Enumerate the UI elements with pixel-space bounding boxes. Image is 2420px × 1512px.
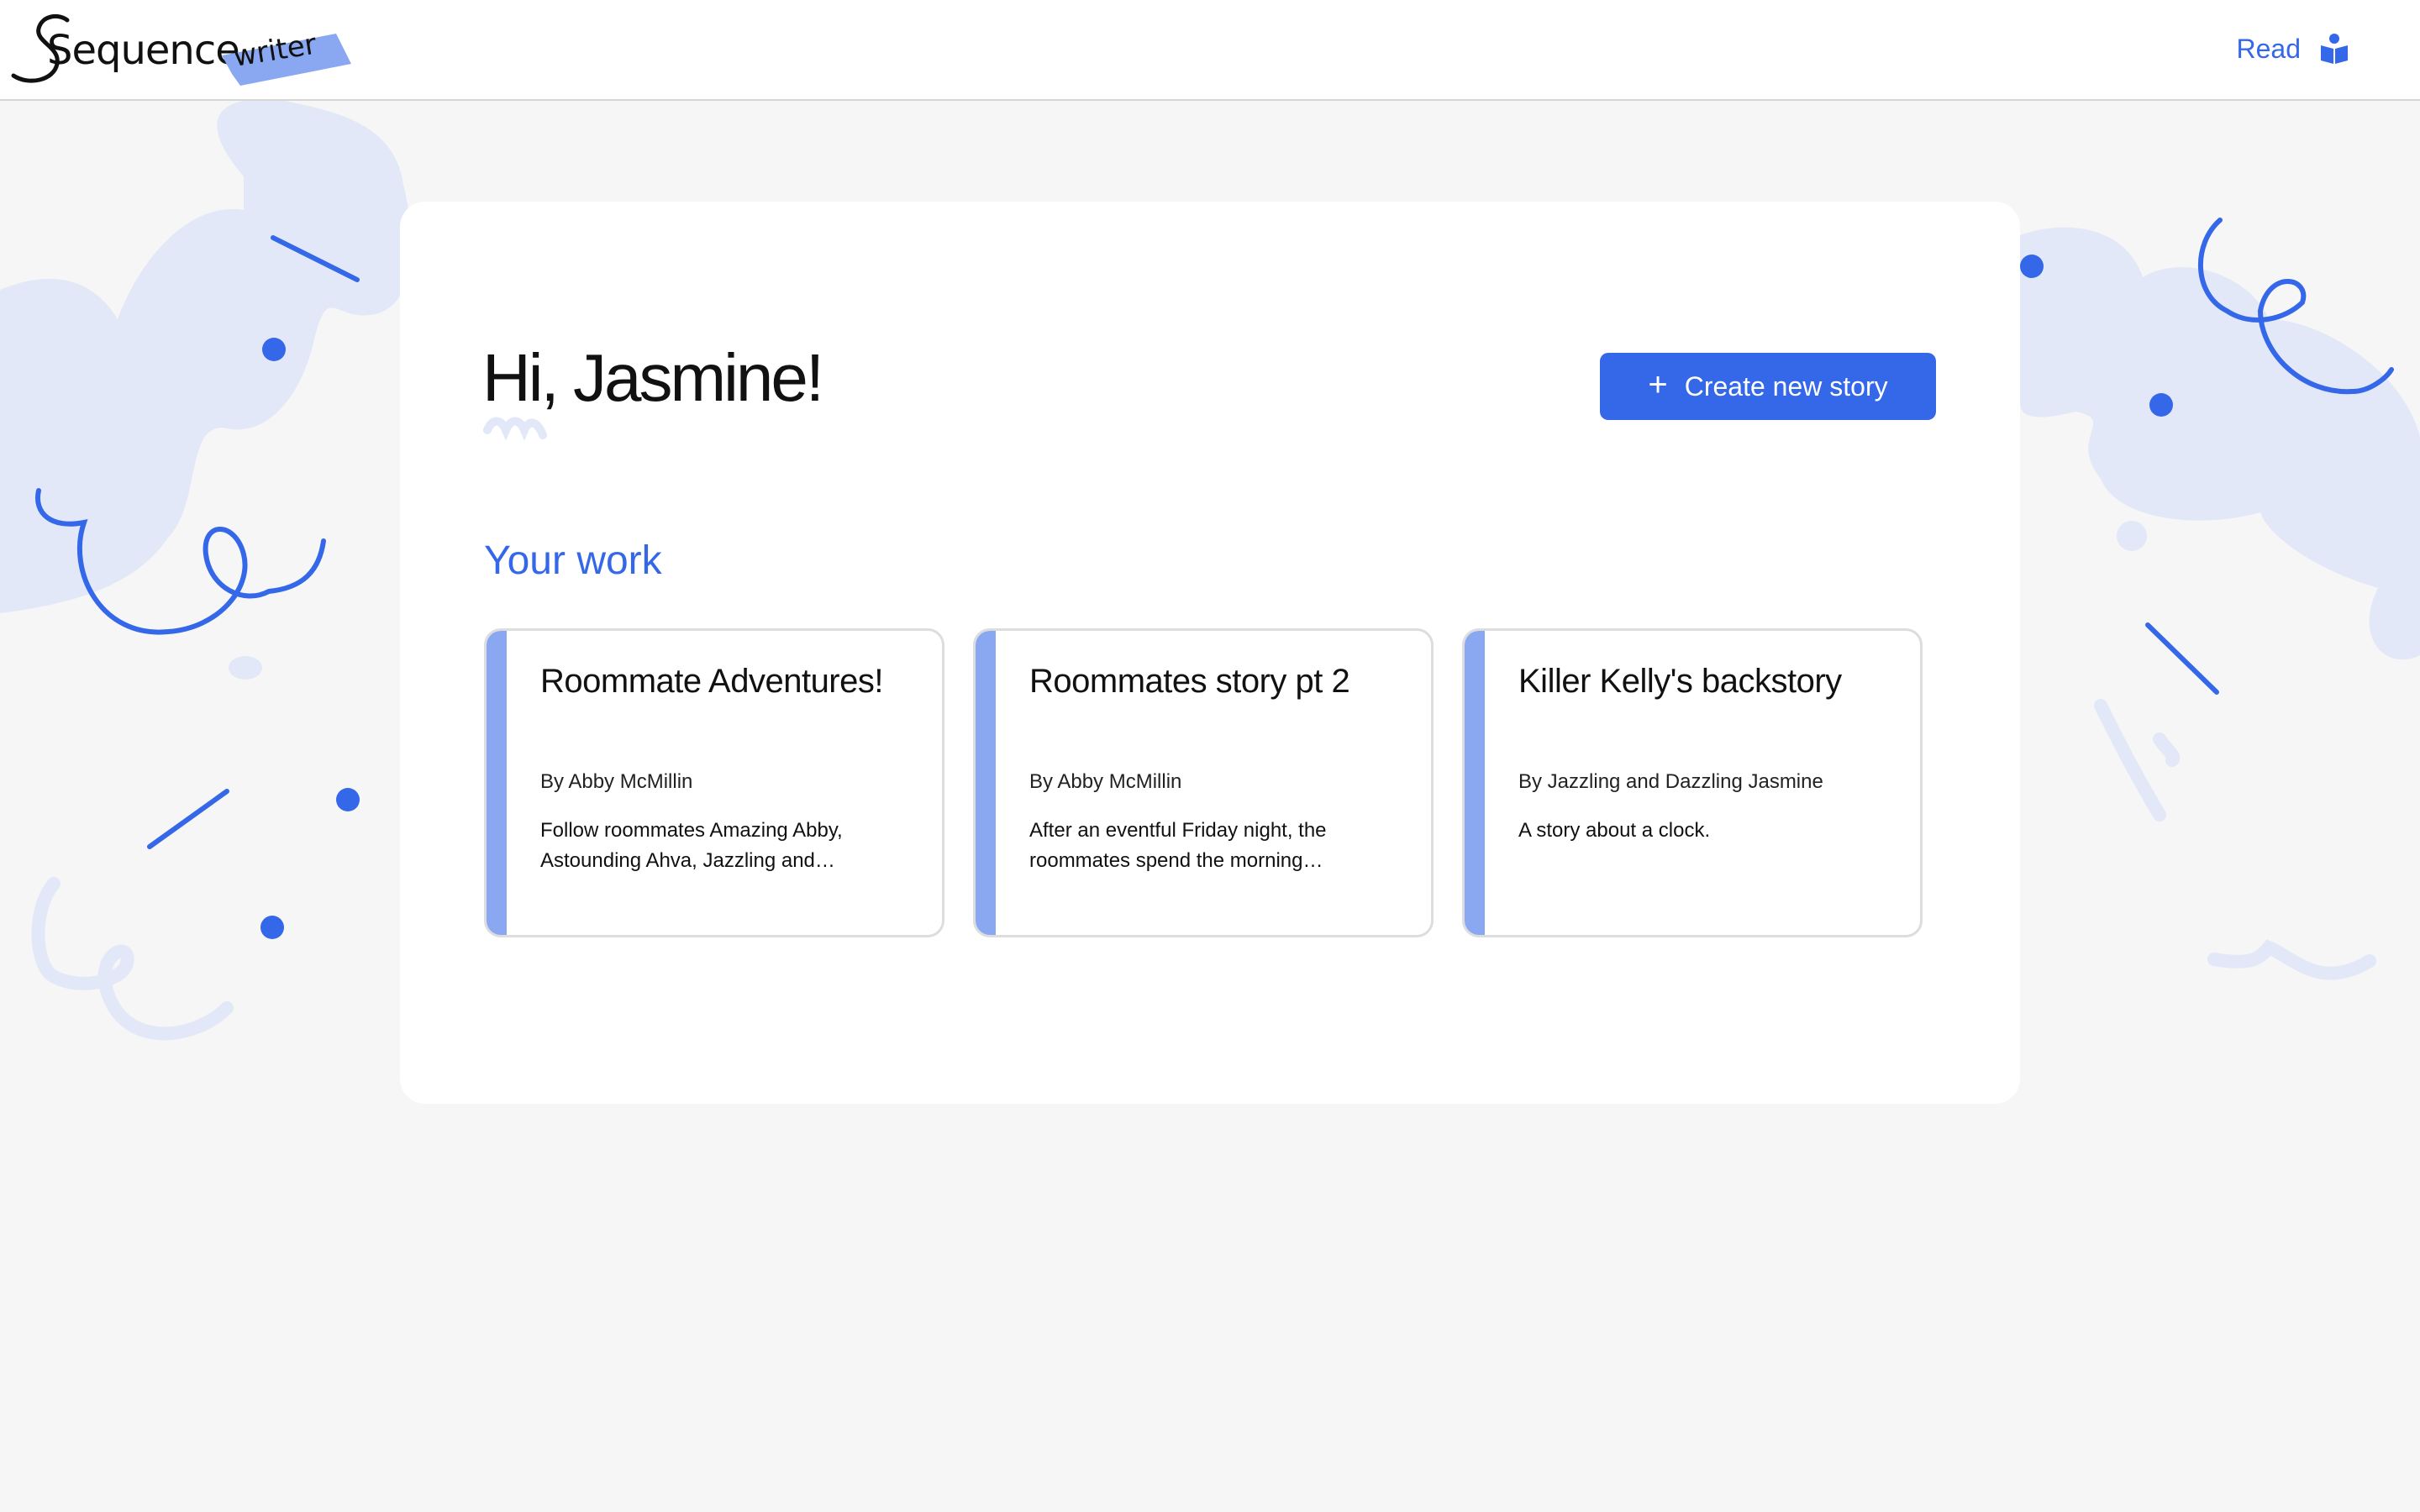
logo-wordmark: Sequence	[47, 27, 240, 74]
create-new-story-button[interactable]: + Create new story	[1600, 353, 1936, 420]
story-card[interactable]: Roommates story pt 2 By Abby McMillin Af…	[973, 628, 1434, 937]
story-author: By Jazzling and Dazzling Jasmine	[1518, 770, 1823, 793]
story-description: A story about a clock.	[1518, 819, 1711, 842]
read-nav-link[interactable]: Read	[2237, 25, 2350, 72]
story-card-stripe	[487, 631, 507, 935]
story-card-stripe	[976, 631, 996, 935]
sequence-writer-logo[interactable]: Sequence writer	[8, 8, 361, 92]
story-list: Roommate Adventures! By Abby McMillin Fo…	[484, 628, 1996, 939]
story-title: Roommate Adventures!	[540, 663, 884, 700]
create-new-story-label: Create new story	[1684, 370, 1888, 402]
story-author: By Abby McMillin	[1029, 770, 1182, 793]
reader-book-icon	[2319, 32, 2349, 66]
story-card[interactable]: Roommate Adventures! By Abby McMillin Fo…	[484, 628, 944, 937]
greeting-heading: Hi, Jasmine!	[482, 340, 824, 415]
story-author: By Abby McMillin	[540, 770, 693, 793]
your-work-heading: Your work	[484, 538, 662, 583]
story-title: Roommates story pt 2	[1029, 663, 1350, 700]
story-title: Killer Kelly's backstory	[1518, 663, 1842, 700]
story-description: Follow roommates Amazing Abby, Astoundin…	[540, 819, 843, 872]
dashboard-card: Hi, Jasmine! + Create new story Your wor…	[400, 202, 2020, 1104]
greeting-underline-squiggle	[483, 417, 547, 441]
story-card[interactable]: Killer Kelly's backstory By Jazzling and…	[1462, 628, 1923, 937]
story-card-stripe	[1465, 631, 1485, 935]
story-description: After an eventful Friday night, the room…	[1029, 819, 1327, 872]
read-label: Read	[2236, 33, 2302, 64]
plus-icon: +	[1648, 366, 1668, 403]
top-navbar: Sequence writer Read	[0, 0, 2420, 101]
